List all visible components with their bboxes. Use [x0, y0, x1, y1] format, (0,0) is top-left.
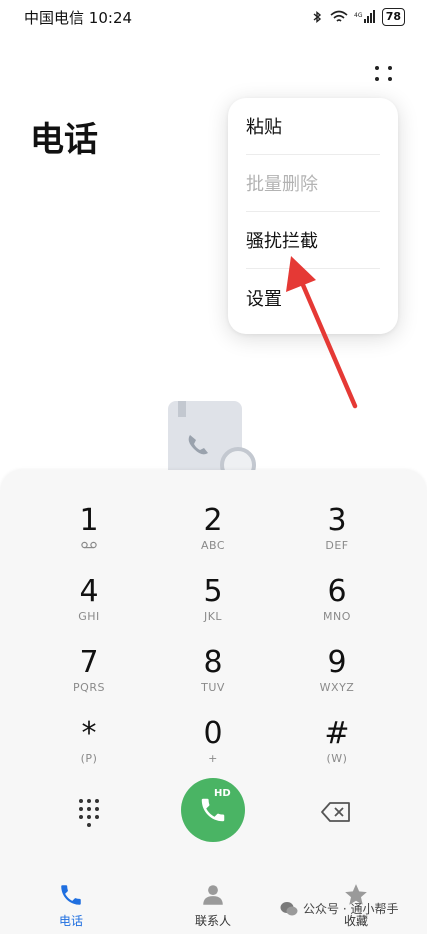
menu-item-label: 设置: [246, 288, 282, 310]
key-7[interactable]: 7 PQRS: [39, 645, 139, 707]
hd-badge: HD: [214, 788, 231, 799]
overflow-menu: 粘贴 批量删除 骚扰拦截 设置: [228, 98, 398, 334]
phone-icon: [61, 885, 81, 905]
battery-indicator: 78: [381, 8, 405, 26]
cellular-signal-icon: 4G: [354, 10, 375, 23]
key-letters: GHI: [78, 610, 100, 623]
menu-item-label: 批量删除: [246, 174, 318, 195]
key-digit: 4: [79, 574, 99, 609]
key-digit: 6: [327, 574, 347, 609]
key-letters: (P): [80, 752, 98, 765]
nav-label: 电话: [58, 914, 83, 928]
key-hash[interactable]: # (W): [287, 716, 387, 778]
key-digit: *: [81, 716, 97, 751]
key-0[interactable]: 0 +: [163, 716, 263, 778]
menu-item-batch-delete: 批量删除: [246, 155, 380, 212]
key-digit: 7: [79, 645, 99, 680]
key-3[interactable]: 3 DEF: [287, 503, 387, 565]
key-digit: 8: [203, 645, 223, 680]
key-digit: 3: [327, 503, 347, 538]
key-digit: 2: [203, 503, 223, 538]
key-letters: MNO: [323, 610, 351, 623]
carrier-name: 中国电信: [24, 8, 85, 27]
key-letters: JKL: [203, 610, 223, 623]
status-right: 4G 78: [310, 8, 405, 26]
key-2[interactable]: 2 ABC: [163, 503, 263, 565]
key-letters: WXYZ: [319, 681, 355, 694]
key-digit: 5: [203, 574, 223, 609]
status-left: 中国电信 10:24: [24, 7, 132, 28]
watermark-text: 公众号 · 通小帮手: [303, 902, 399, 916]
status-bar: 中国电信 10:24 4G 78: [0, 0, 427, 34]
dialpad-panel: 1 2 ABC 3 DEF 4 GHI 5 JKL 6 MNO 7 PQRS 8…: [0, 470, 427, 934]
more-dots-icon[interactable]: [366, 58, 400, 88]
key-8[interactable]: 8 TUV: [163, 645, 263, 707]
key-digit: 1: [79, 503, 99, 538]
key-letters: DEF: [325, 539, 349, 552]
menu-item-settings[interactable]: 设置: [246, 269, 380, 326]
menu-item-paste[interactable]: 粘贴: [246, 98, 380, 155]
menu-item-label: 粘贴: [246, 117, 282, 138]
menu-item-harassment-block[interactable]: 骚扰拦截: [246, 212, 380, 269]
key-5[interactable]: 5 JKL: [163, 574, 263, 636]
key-1[interactable]: 1: [39, 503, 139, 565]
key-letters: +: [208, 752, 218, 765]
bluetooth-icon: [313, 11, 321, 23]
nav-item-contacts[interactable]: 联系人: [168, 882, 258, 929]
phone-icon: [201, 798, 225, 822]
nav-label: 联系人: [194, 914, 231, 928]
key-letters: PQRS: [73, 681, 105, 694]
key-6[interactable]: 6 MNO: [287, 574, 387, 636]
wifi-icon: [330, 10, 348, 22]
nav-item-phone[interactable]: 电话: [26, 882, 116, 929]
page-title: 电话: [30, 120, 98, 160]
key-digit: 0: [203, 716, 223, 751]
key-star[interactable]: * (P): [39, 716, 139, 778]
status-time: 10:24: [88, 8, 133, 27]
backspace-icon[interactable]: [320, 800, 352, 824]
menu-item-label: 骚扰拦截: [246, 231, 318, 252]
wechat-icon: [280, 901, 298, 915]
dialpad-toggle-icon[interactable]: [74, 798, 104, 828]
key-4[interactable]: 4 GHI: [39, 574, 139, 636]
voicemail-icon: [81, 541, 97, 549]
key-letters: (W): [326, 752, 348, 765]
key-letters: ABC: [200, 539, 226, 552]
call-button[interactable]: HD: [181, 778, 245, 842]
key-9[interactable]: 9 WXYZ: [287, 645, 387, 707]
battery-level: 78: [385, 10, 401, 23]
key-digit: #: [324, 716, 350, 751]
key-letters: TUV: [201, 681, 225, 694]
contacts-icon: [203, 885, 223, 905]
watermark: 公众号 · 通小帮手: [280, 900, 398, 917]
key-digit: 9: [327, 645, 347, 680]
svg-text:4G: 4G: [354, 12, 363, 19]
